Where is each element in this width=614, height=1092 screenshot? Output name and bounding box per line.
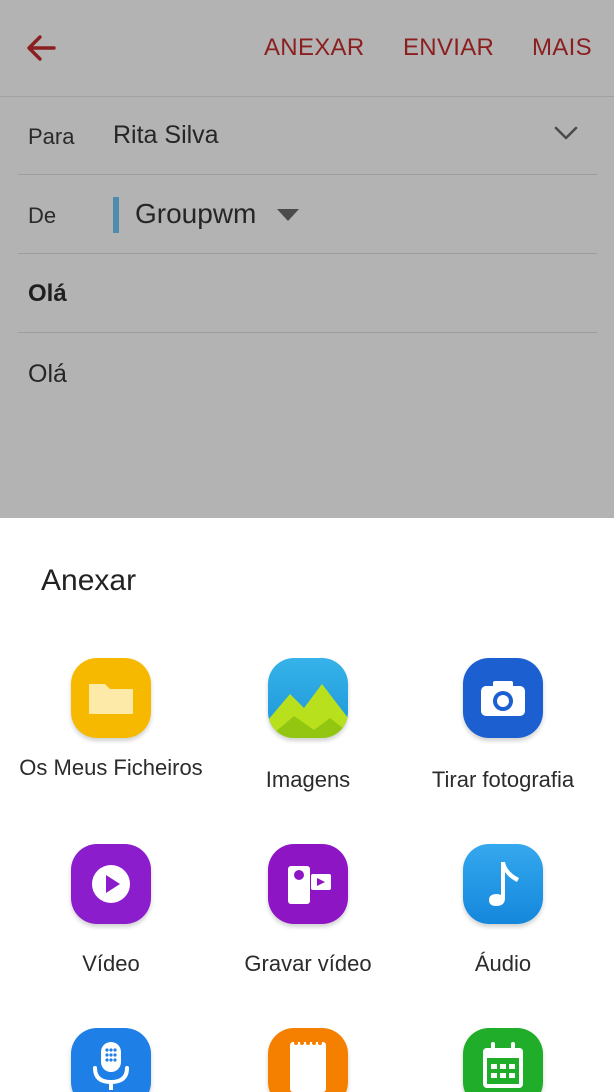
attach-option-memo[interactable] <box>213 1028 403 1092</box>
from-label: De <box>28 203 57 228</box>
attach-option-record-video[interactable]: Gravar vídeo <box>213 844 403 994</box>
attach-option-calendar[interactable] <box>408 1028 598 1092</box>
attach-option-label: Os Meus Ficheiros <box>19 755 203 780</box>
image-icon <box>268 658 348 738</box>
attach-option-video[interactable]: Vídeo <box>16 844 206 994</box>
send-button[interactable]: ENVIAR <box>403 34 494 62</box>
compose-toolbar: ANEXAR ENVIAR MAIS <box>0 0 614 97</box>
attach-option-label: Gravar vídeo <box>244 951 372 976</box>
caret-down-icon[interactable] <box>277 209 299 221</box>
back-button[interactable] <box>24 30 60 66</box>
to-row[interactable]: Para Rita Silva <box>18 96 597 175</box>
attach-option-label: Vídeo <box>82 951 140 976</box>
subject-field[interactable]: Olá <box>28 280 67 308</box>
to-label: Para <box>28 124 75 149</box>
more-button[interactable]: MAIS <box>532 34 592 62</box>
attach-option-voice-recorder[interactable] <box>16 1028 206 1092</box>
microphone-icon <box>71 1028 151 1092</box>
arrow-left-icon <box>27 35 56 61</box>
attach-option-label: Áudio <box>474 951 532 976</box>
attach-option-label: Imagens <box>265 767 351 792</box>
attach-option-my-files[interactable]: Os Meus Ficheiros <box>16 658 206 808</box>
folder-icon <box>71 658 151 738</box>
attach-option-label: Tirar fotografia <box>431 767 575 792</box>
camera-icon <box>463 658 543 738</box>
from-row[interactable]: De Groupwm <box>18 175 597 254</box>
chevron-down-icon[interactable] <box>553 120 579 146</box>
video-camera-icon <box>268 844 348 924</box>
notepad-icon <box>268 1028 348 1092</box>
account-color-bar <box>113 197 119 233</box>
compose-screen: ANEXAR ENVIAR MAIS Para Rita Silva De Gr… <box>0 0 614 518</box>
play-icon <box>71 844 151 924</box>
subject-row[interactable]: Olá <box>18 254 597 333</box>
attach-sheet: Anexar Os Meus Ficheiros Imagens Tirar f… <box>0 518 614 1092</box>
calendar-icon <box>463 1028 543 1092</box>
to-recipient[interactable]: Rita Silva <box>113 121 219 150</box>
body-field[interactable]: Olá <box>28 360 67 389</box>
attach-button[interactable]: ANEXAR <box>264 34 365 62</box>
attach-option-audio[interactable]: Áudio <box>408 844 598 994</box>
attach-option-images[interactable]: Imagens <box>213 658 403 808</box>
music-note-icon <box>463 844 543 924</box>
attach-option-take-photo[interactable]: Tirar fotografia <box>408 658 598 808</box>
sheet-title: Anexar <box>41 564 137 597</box>
from-account[interactable]: Groupwm <box>135 198 256 230</box>
